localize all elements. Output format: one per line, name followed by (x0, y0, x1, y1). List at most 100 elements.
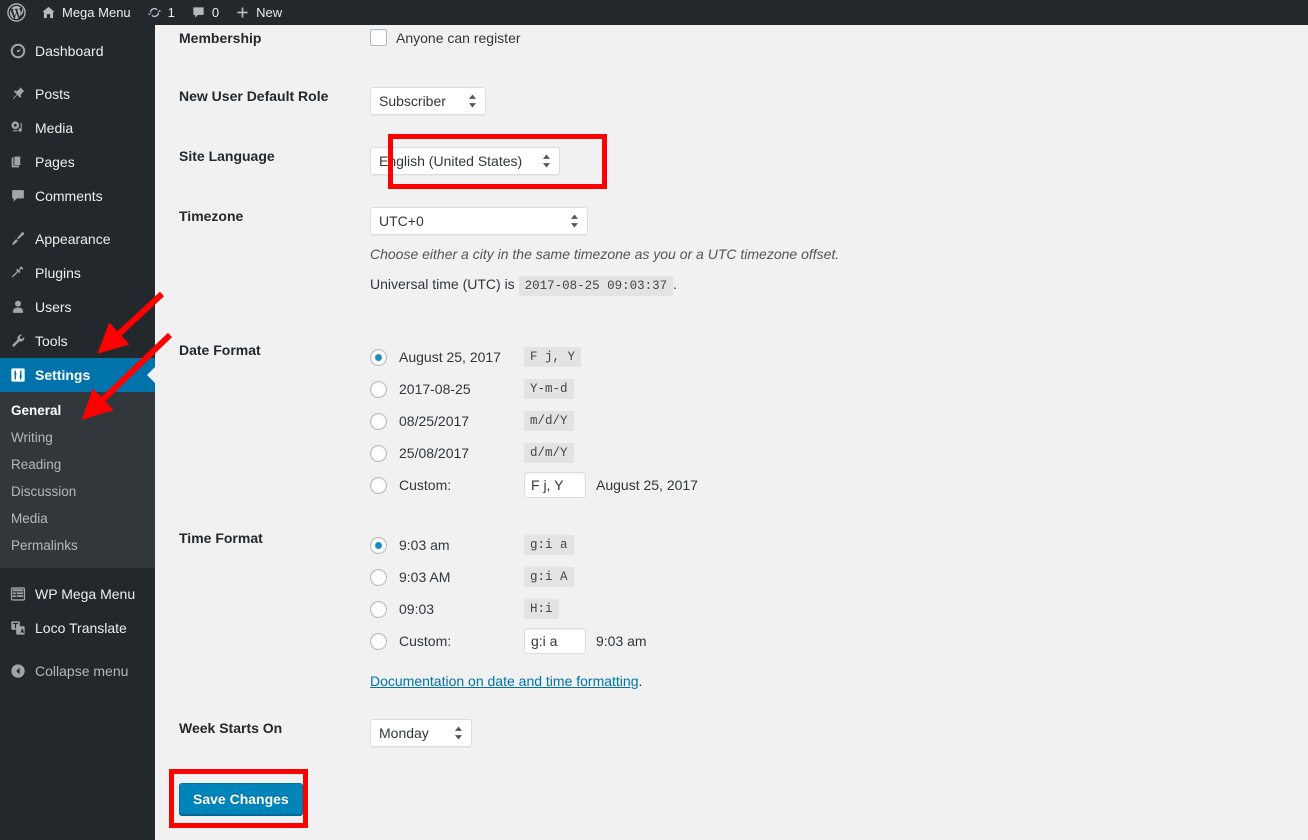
sidebar-item-label: Media (35, 120, 74, 136)
sidebar-item-tools[interactable]: Tools (0, 324, 155, 358)
date-format-option-1[interactable]: 2017-08-25 Y-m-d (370, 373, 698, 405)
sidebar-item-wp-mega-menu[interactable]: WP Mega Menu (0, 577, 155, 611)
radio-icon (370, 412, 387, 430)
site-language-select[interactable]: English (United States) (370, 147, 560, 175)
sidebar-item-label: Pages (35, 154, 75, 170)
date-format-option-0[interactable]: August 25, 2017 F j, Y (370, 341, 698, 373)
time-format-option-custom[interactable]: Custom: 9:03 am (370, 625, 647, 657)
timezone-select-wrap: UTC+0 (370, 207, 588, 235)
timezone-select[interactable]: UTC+0 (370, 207, 588, 235)
updates-count: 1 (167, 5, 175, 20)
time-format-custom-input[interactable] (524, 628, 586, 654)
date-format-option-code: d/m/Y (524, 443, 574, 463)
date-format-custom-input[interactable] (524, 472, 586, 498)
menu-spacer-1 (0, 68, 155, 77)
sidebar-item-pages[interactable]: Pages (0, 145, 155, 179)
universal-time-value: 2017-08-25 09:03:37 (518, 276, 674, 296)
sidebar-item-comments[interactable]: Comments (0, 179, 155, 213)
sidebar-item-discussion[interactable]: Discussion (0, 478, 155, 505)
save-changes-button[interactable]: Save Changes (179, 783, 303, 815)
sidebar-item-label: Settings (35, 367, 91, 383)
sidebar-item-label: WP Mega Menu (35, 586, 136, 602)
time-format-option-code: H:i (524, 599, 559, 619)
sidebar-item-label: Posts (35, 86, 71, 102)
home-icon (41, 5, 56, 20)
time-format-option-2[interactable]: 09:03 H:i (370, 593, 647, 625)
date-format-option-custom[interactable]: Custom: August 25, 2017 (370, 469, 698, 501)
updates-icon (147, 5, 162, 20)
row-timezone: Timezone UTC+0 Choose either a city in t… (155, 207, 839, 296)
radio-icon (370, 444, 387, 462)
date-format-option-text: 2017-08-25 (399, 381, 471, 397)
date-format-option-code: m/d/Y (524, 411, 574, 431)
sidebar-item-permalinks[interactable]: Permalinks (0, 532, 155, 559)
sidebar-item-label: Loco Translate (35, 620, 127, 636)
sidebar-item-media[interactable]: Media (0, 111, 155, 145)
date-format-option-code: F j, Y (524, 347, 582, 367)
time-format-option-0[interactable]: 9:03 am g:i a (370, 529, 647, 561)
sidebar-item-appearance[interactable]: Appearance (0, 222, 155, 256)
comments-menu[interactable]: 0 (183, 0, 227, 25)
time-format-option-code: g:i A (524, 567, 574, 587)
time-format-custom-preview: 9:03 am (596, 633, 647, 649)
radio-icon (370, 380, 387, 398)
sidebar-item-plugins[interactable]: Plugins (0, 256, 155, 290)
time-format-option-text: 09:03 (399, 601, 435, 617)
sidebar-item-posts[interactable]: Posts (0, 77, 155, 111)
row-site-language: Site Language English (United States) (155, 147, 560, 175)
time-format-custom-label: Custom: (399, 633, 452, 649)
row-time-format: Time Format 9:03 am g:i a 9:03 AM g:i A … (155, 529, 647, 689)
documentation-link[interactable]: Documentation on date and time formattin… (370, 673, 639, 689)
time-format-option-code: g:i a (524, 535, 574, 555)
wrench-icon (9, 332, 35, 350)
new-user-default-role-select[interactable]: Subscriber (370, 87, 486, 115)
collapse-arrow-icon (9, 662, 35, 680)
new-user-default-role-label: New User Default Role (179, 88, 329, 104)
plus-icon (235, 5, 250, 20)
sidebar-item-loco-translate[interactable]: Loco Translate (0, 611, 155, 645)
sidebar-item-label: Appearance (35, 231, 111, 247)
week-starts-on-select[interactable]: Monday (370, 719, 472, 747)
row-new-user-default-role: New User Default Role Subscriber (155, 87, 486, 115)
sidebar-item-general[interactable]: General (0, 397, 155, 424)
universal-time-prefix: Universal time (UTC) is (370, 276, 515, 292)
site-language-label: Site Language (179, 148, 275, 164)
sidebar-item-media-settings[interactable]: Media (0, 505, 155, 532)
date-format-custom-label: Custom: (399, 477, 452, 493)
time-format-label: Time Format (179, 530, 263, 546)
date-format-option-2[interactable]: 08/25/2017 m/d/Y (370, 405, 698, 437)
radio-icon (370, 476, 387, 494)
comments-count: 0 (211, 5, 220, 20)
time-format-option-1[interactable]: 9:03 AM g:i A (370, 561, 647, 593)
sidebar-item-label: Plugins (35, 265, 81, 281)
date-format-option-code: Y-m-d (524, 379, 574, 399)
new-content-label: New (256, 5, 283, 20)
sidebar-item-dashboard[interactable]: Dashboard (0, 34, 155, 68)
new-content-menu[interactable]: New (227, 0, 290, 25)
radio-icon (370, 600, 387, 618)
checkbox-box-icon (370, 29, 387, 46)
wordpress-admin-screen: Mega Menu 1 0 New Dashboard Posts Media … (0, 0, 1308, 840)
collapse-menu-button[interactable]: Collapse menu (0, 654, 155, 688)
sidebar-item-label: Dashboard (35, 43, 104, 59)
user-icon (9, 298, 35, 316)
universal-time-line: Universal time (UTC) is 2017-08-25 09:03… (370, 276, 839, 296)
anyone-can-register-checkbox[interactable]: Anyone can register (370, 29, 521, 46)
sidebar-item-reading[interactable]: Reading (0, 451, 155, 478)
documentation-line: Documentation on date and time formattin… (370, 673, 647, 689)
menu-spacer-2 (0, 213, 155, 222)
settings-general-form: Membership Anyone can register New User … (155, 25, 1308, 840)
row-week-starts-on: Week Starts On Monday (155, 719, 472, 747)
sidebar-item-writing[interactable]: Writing (0, 424, 155, 451)
date-format-option-3[interactable]: 25/08/2017 d/m/Y (370, 437, 698, 469)
sidebar-item-label: Users (35, 299, 72, 315)
site-name-menu[interactable]: Mega Menu (33, 0, 139, 25)
sidebar-item-settings[interactable]: Settings (0, 358, 155, 392)
wordpress-logo-button[interactable] (0, 0, 33, 25)
sidebar-item-users[interactable]: Users (0, 290, 155, 324)
comment-bubble-icon (9, 187, 35, 205)
media-icon (9, 119, 35, 137)
date-format-custom-preview: August 25, 2017 (596, 477, 698, 493)
updates-menu[interactable]: 1 (139, 0, 183, 25)
date-format-option-text: 25/08/2017 (399, 445, 470, 461)
